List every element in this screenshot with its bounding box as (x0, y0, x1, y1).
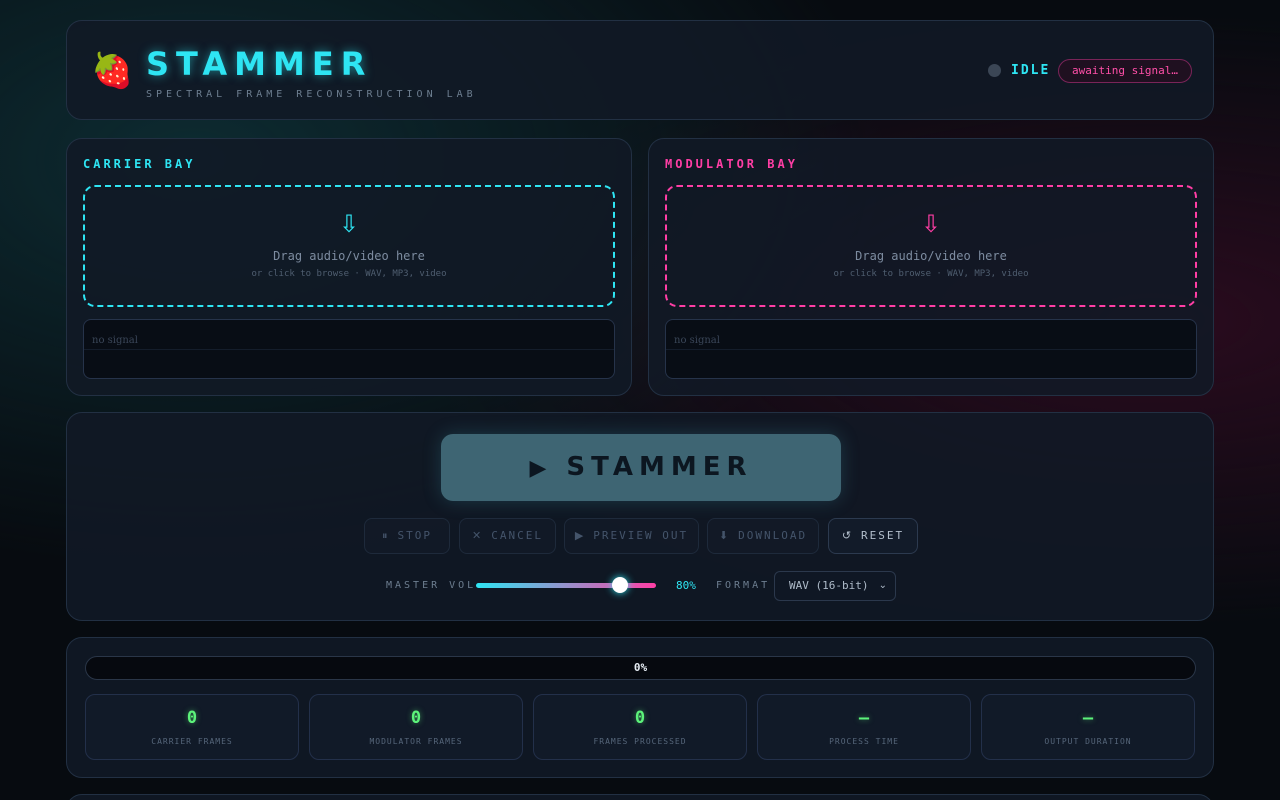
master-volume-label: MASTER VOL (386, 580, 477, 591)
stat-label: MODULATOR FRAMES (369, 737, 463, 746)
carrier-signal-status: no signal (92, 335, 138, 346)
modulator-signal-status: no signal (674, 335, 720, 346)
master-volume-slider[interactable] (476, 583, 656, 588)
app-title: STAMMER (146, 45, 373, 83)
status-message-badge: awaiting signal… (1058, 59, 1192, 83)
format-select-value: WAV (16-bit) (789, 579, 869, 592)
modulator-drop-title: Drag audio/video here (855, 249, 1007, 263)
modulator-bay-title: MODULATOR BAY (665, 157, 798, 171)
format-select[interactable]: WAV (16-bit) ⌄ (774, 571, 896, 601)
carrier-waveform: no signal (83, 319, 615, 379)
format-label: FORMAT (716, 580, 771, 591)
stat-frames-processed: 0 FRAMES PROCESSED (533, 694, 747, 760)
preview-out-button[interactable]: ▶ PREVIEW OUT (564, 518, 699, 554)
play-icon: ▶ (529, 456, 553, 481)
stat-output-duration: — OUTPUT DURATION (981, 694, 1195, 760)
app-subtitle: SPECTRAL FRAME RECONSTRUCTION LAB (146, 89, 477, 100)
stats-panel: 0% 0 CARRIER FRAMES 0 MODULATOR FRAMES 0… (66, 637, 1214, 778)
stop-button-label: STOP (397, 529, 432, 542)
stat-value: 0 (186, 708, 198, 728)
modulator-bay: MODULATOR BAY ⇩ Drag audio/video here or… (648, 138, 1214, 396)
play-icon: ▶ (574, 529, 586, 542)
modulator-waveform: no signal (665, 319, 1197, 379)
status-label: IDLE (1011, 63, 1051, 78)
waveform-baseline (84, 349, 614, 350)
stat-label: PROCESS TIME (829, 737, 899, 746)
stop-button[interactable]: ⏸ STOP (364, 518, 450, 554)
progress-bar: 0% (85, 656, 1196, 680)
progress-percent: 0% (633, 661, 648, 674)
preview-out-button-label: PREVIEW OUT (593, 529, 689, 542)
reset-icon: ↺ (841, 529, 854, 542)
download-arrow-icon: ⇩ (338, 210, 360, 238)
download-button[interactable]: ⬇ DOWNLOAD (707, 518, 819, 554)
stat-value: 0 (634, 708, 646, 728)
master-volume-value: 80% (676, 579, 696, 592)
download-button-label: DOWNLOAD (738, 529, 808, 542)
stammer-button[interactable]: ▶ STAMMER (441, 434, 841, 501)
app-header: 🍓 STAMMER SPECTRAL FRAME RECONSTRUCTION … (66, 20, 1214, 120)
strawberry-logo-icon: 🍓 (91, 51, 134, 91)
cancel-button-label: CANCEL (491, 529, 543, 542)
next-panel (66, 794, 1214, 800)
controls-panel: ▶ STAMMER ⏸ STOP ✕ CANCEL ▶ PREVIEW OUT ⬇ DOW… (66, 412, 1214, 621)
carrier-drop-title: Drag audio/video here (273, 249, 425, 263)
carrier-dropzone[interactable]: ⇩ Drag audio/video here or click to brow… (83, 185, 615, 307)
cancel-button[interactable]: ✕ CANCEL (459, 518, 556, 554)
stat-value: — (1082, 708, 1094, 728)
chevron-down-icon: ⌄ (878, 580, 887, 591)
master-volume-handle[interactable] (612, 577, 628, 593)
carrier-drop-hint: or click to browse · WAV, MP3, video (251, 269, 447, 279)
reset-button-label: RESET (861, 529, 905, 542)
modulator-drop-hint: or click to browse · WAV, MP3, video (833, 269, 1029, 279)
download-arrow-icon: ⇩ (920, 210, 942, 238)
stat-process-time: — PROCESS TIME (757, 694, 971, 760)
stat-carrier-frames: 0 CARRIER FRAMES (85, 694, 299, 760)
pause-icon: ⏸ (382, 529, 390, 542)
reset-button[interactable]: ↺ RESET (828, 518, 918, 554)
close-icon: ✕ (472, 529, 484, 542)
stat-value: 0 (410, 708, 422, 728)
stat-label: FRAMES PROCESSED (593, 737, 687, 746)
stat-modulator-frames: 0 MODULATOR FRAMES (309, 694, 523, 760)
stammer-button-label: STAMMER (566, 452, 753, 482)
stat-label: CARRIER FRAMES (151, 737, 233, 746)
modulator-dropzone[interactable]: ⇩ Drag audio/video here or click to brow… (665, 185, 1197, 307)
stat-value: — (858, 708, 870, 728)
waveform-baseline (666, 349, 1196, 350)
status-indicator-dot (988, 64, 1001, 77)
download-icon: ⬇ (718, 529, 731, 542)
carrier-bay-title: CARRIER BAY (83, 157, 196, 171)
stat-label: OUTPUT DURATION (1044, 737, 1132, 746)
carrier-bay: CARRIER BAY ⇩ Drag audio/video here or c… (66, 138, 632, 396)
